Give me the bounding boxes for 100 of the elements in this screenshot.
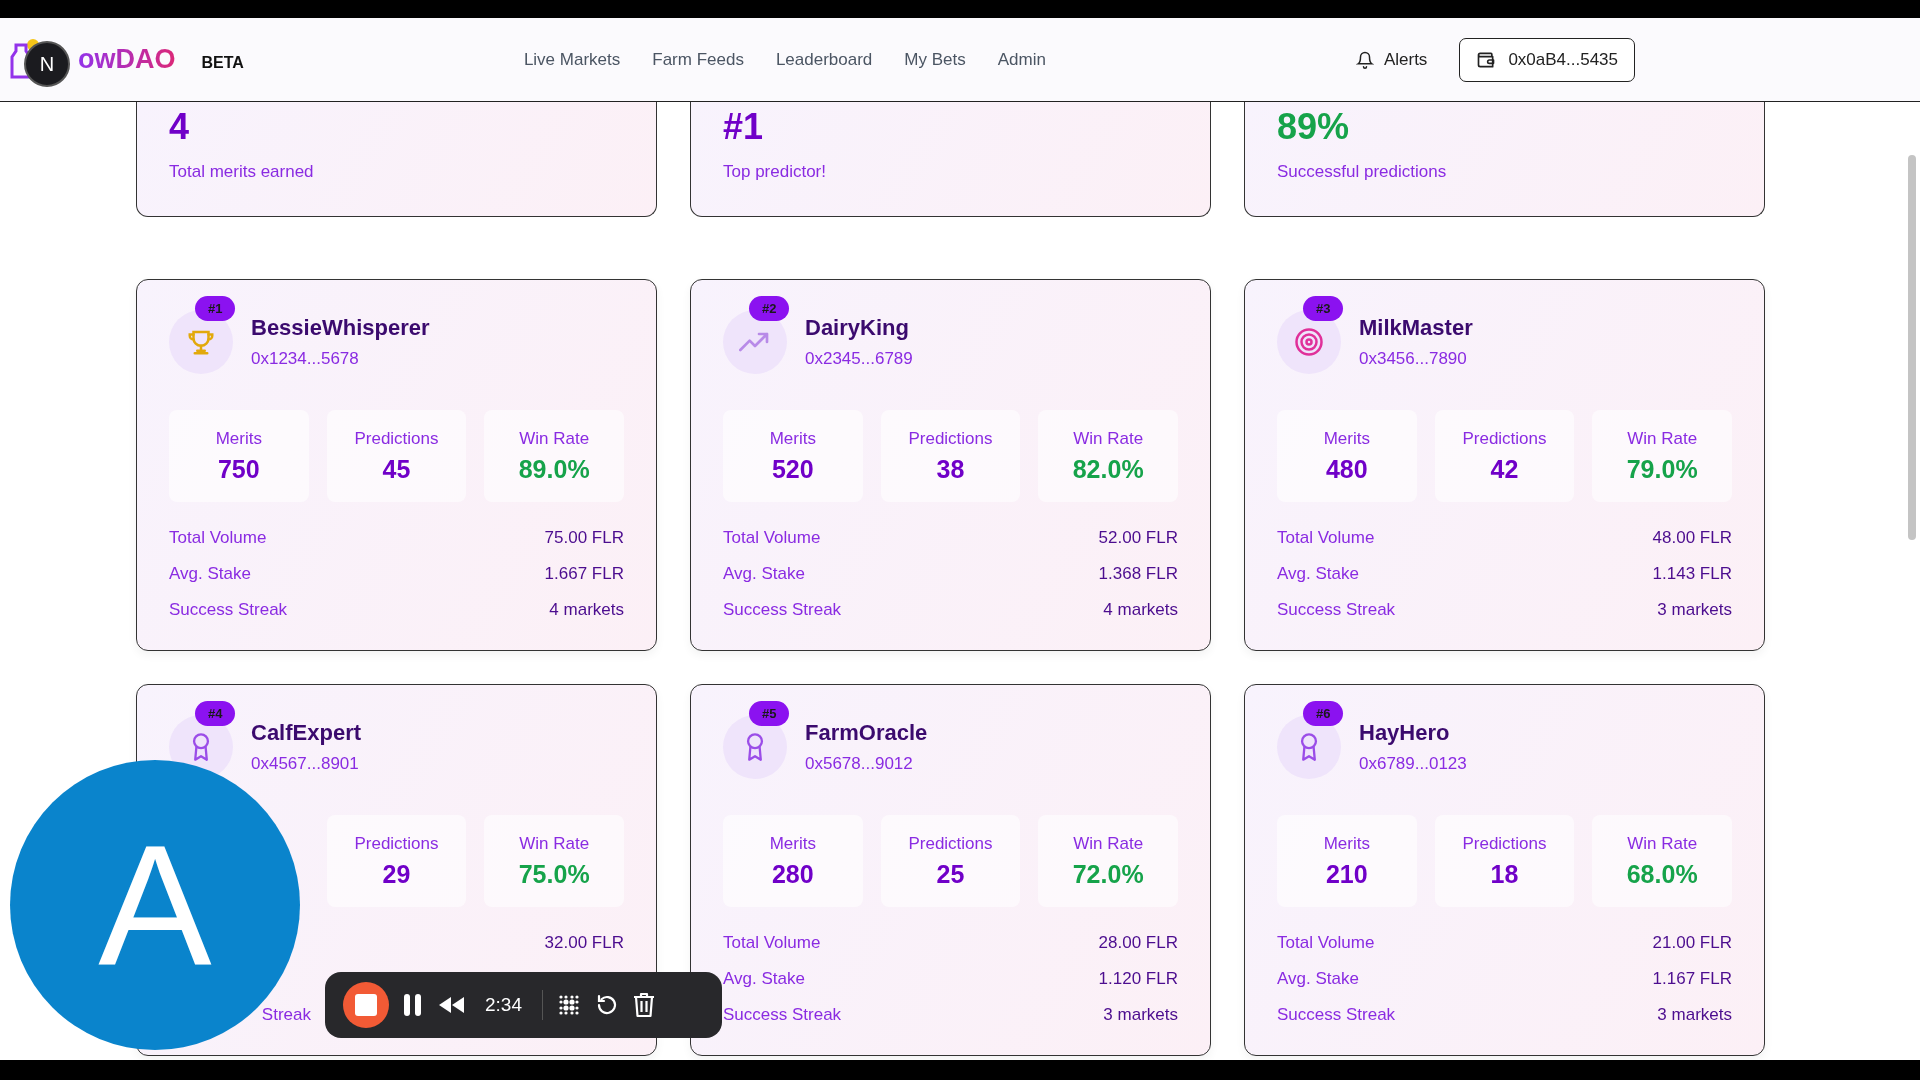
detail-label: Avg. Stake [723,969,805,989]
nav-link[interactable]: Admin [997,49,1046,70]
summary-caption: Top predictor! [723,162,826,182]
rank-badge: #1 [195,296,236,321]
wallet-button[interactable]: 0x0aB4...5435 [1459,37,1636,82]
stat-label: Merits [769,428,816,449]
stat-value: 29 [382,859,411,889]
stat-label: Merits [769,833,816,854]
nav-link[interactable]: Leaderboard [775,49,873,70]
dots-grid-icon[interactable] [557,993,581,1017]
wallet-address: 0x6789...0123 [1359,754,1467,774]
detail-label: Total Volume [723,933,821,953]
stat-label: Merits [1323,428,1370,449]
dev-indicator-button[interactable]: N [24,41,70,87]
stat-value: 750 [217,454,260,484]
detail-value: 3 markets [1103,1005,1178,1025]
detail-label: Avg. Stake [169,564,251,584]
trending-up-icon [739,331,771,353]
stat-value: 75.0% [518,859,590,889]
predictor-name: HayHero [1359,720,1451,746]
detail-label: Success Streak [723,600,842,620]
stat-label: Predictions [354,833,439,854]
detail-value: 21.00 FLR [1652,933,1732,953]
wallet-address: 0x4567...8901 [251,754,360,774]
summary-caption: Total merits earned [169,162,314,182]
stat-value: 280 [771,859,814,889]
stat-label: Win Rate [1073,833,1144,854]
summary-value: 4 [169,106,191,148]
stat-label: Win Rate [1627,428,1698,449]
alerts-button[interactable]: Alerts [1355,49,1428,70]
detail-label: Total Volume [1277,933,1375,953]
stat-label: Predictions [908,833,993,854]
scrollbar-thumb[interactable] [1908,155,1916,540]
rank-badge: #2 [749,296,790,321]
stat-label: Predictions [1462,428,1547,449]
restart-icon[interactable] [595,993,619,1017]
wallet-address: 0x5678...9012 [805,754,914,774]
detail-value: 1.368 FLR [1098,564,1178,584]
detail-value: 1.667 FLR [544,564,624,584]
detail-value: 3 markets [1657,600,1732,620]
detail-value: 3 markets [1657,1005,1732,1025]
predictor-name: FarmOracle [805,720,928,746]
stat-value: 38 [936,454,965,484]
predictor-name: MilkMaster [1359,315,1473,341]
detail-value: 1.167 FLR [1652,969,1732,989]
wallet-address: 0x3456...7890 [1359,349,1468,369]
predictor-name: DairyKing [805,315,910,341]
beta-label: BETA [201,53,244,72]
wallet-address: 0x2345...6789 [805,349,913,369]
detail-label: Total Volume [723,528,821,548]
summary-value: #1 [723,106,765,148]
detail-value: 28.00 FLR [1098,933,1178,953]
detail-value: 75.00 FLR [544,528,624,548]
stat-value: 520 [771,454,814,484]
detail-value: 1.143 FLR [1652,564,1732,584]
rank-badge: #6 [1303,701,1344,726]
bell-icon [1355,49,1374,70]
pause-icon[interactable] [403,993,423,1017]
stat-value: 79.0% [1626,454,1698,484]
trash-icon[interactable] [633,992,655,1018]
stat-label: Merits [1323,833,1370,854]
detail-value: 1.120 FLR [1098,969,1178,989]
stat-value: 89.0% [518,454,590,484]
predictor-name: BessieWhisperer [251,315,430,341]
detail-label: Streak [260,1005,311,1025]
stat-value: 25 [936,859,965,889]
rewind-icon[interactable] [437,996,465,1014]
stat-value: 68.0% [1626,859,1698,889]
detail-label: Avg. Stake [1277,564,1359,584]
stat-label: Win Rate [519,428,590,449]
detail-value: 4 markets [1103,600,1178,620]
detail-value: 4 markets [549,600,624,620]
nav-link[interactable]: Live Markets [523,49,621,70]
detail-label: Avg. Stake [1277,969,1359,989]
stat-value: 42 [1490,454,1519,484]
detail-label: Success Streak [723,1005,842,1025]
detail-label: Success Streak [169,600,288,620]
detail-value: 52.00 FLR [1098,528,1178,548]
stat-label: Win Rate [1073,428,1144,449]
rank-badge: #5 [749,701,790,726]
predictor-name: CalfExpert [251,720,362,746]
nav-link[interactable]: My Bets [904,49,966,70]
stat-value: 210 [1325,859,1368,889]
stop-button[interactable] [343,982,389,1028]
detail-label: Avg. Stake [723,564,805,584]
rank-badge: #4 [195,701,236,726]
stat-value: 82.0% [1072,454,1144,484]
wallet-address: 0x1234...5678 [251,349,360,369]
stat-label: Win Rate [1627,833,1698,854]
detail-value: 48.00 FLR [1652,528,1732,548]
stat-label: Win Rate [519,833,590,854]
detail-label: Total Volume [1277,528,1375,548]
recording-timer: 2:34 [485,994,522,1016]
stat-label: Predictions [908,428,993,449]
rank-badge: #3 [1303,296,1344,321]
target-icon [1294,327,1324,357]
summary-value: 89% [1277,106,1351,148]
nav-link[interactable]: Farm Feeds [652,49,744,70]
detail-label: Success Streak [1277,1005,1396,1025]
stat-value: 18 [1490,859,1519,889]
